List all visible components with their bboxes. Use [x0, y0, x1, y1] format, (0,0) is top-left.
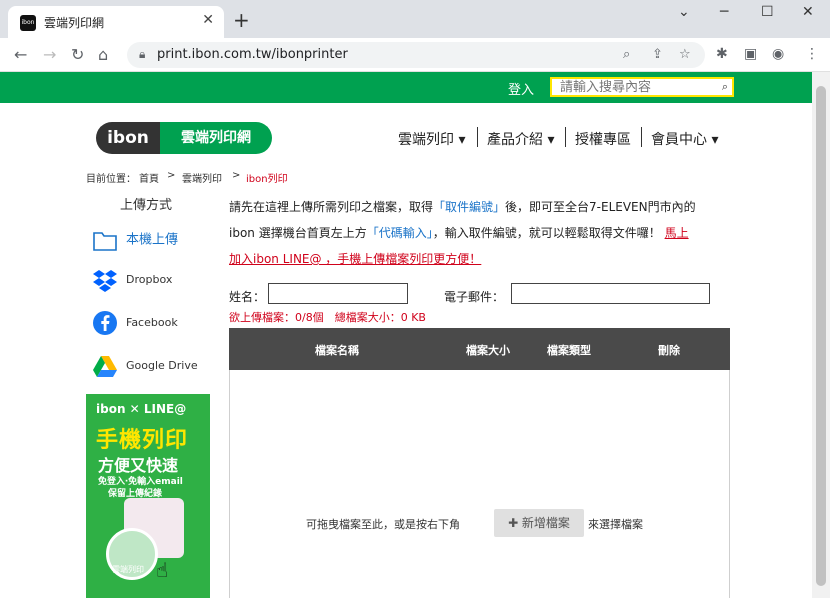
search-input[interactable] [560, 79, 720, 95]
dropzone-tail: 來選擇檔案 [588, 518, 643, 531]
sidebar-item-facebook[interactable]: Facebook [92, 310, 178, 336]
browser-tab[interactable]: ibon 雲端列印網 ✕ [8, 6, 224, 38]
nav-divider [565, 127, 566, 147]
new-tab-icon[interactable]: + [233, 8, 250, 32]
share-icon[interactable]: ⇪ [652, 47, 663, 62]
home-icon[interactable]: ⌂ [98, 45, 108, 64]
forward-icon[interactable]: → [43, 45, 56, 64]
nav-cloud-print[interactable]: 雲端列印 ▾ [398, 129, 465, 149]
nav-label: 雲端列印 [398, 132, 454, 148]
line-promo-banner[interactable]: ibon ✕ LINE@ 手機列印 方便又快速 免登入‧免輸入email 保留上… [86, 394, 210, 598]
site-search: ⌕ [550, 77, 734, 97]
sidebar-item-dropbox[interactable]: Dropbox [92, 267, 172, 293]
sidepanel-icon[interactable]: ▣ [744, 46, 757, 62]
sidebar-item-label: Dropbox [126, 273, 173, 286]
address-bar[interactable]: 🔒︎ print.ibon.com.tw/ibonprinter ⌕ ⇪ ☆ [127, 42, 705, 68]
email-field[interactable] [511, 283, 710, 304]
code-input-highlight: 「代碼輸入」 [366, 226, 433, 240]
search-icon[interactable]: ⌕ [722, 80, 728, 94]
extensions-icon[interactable]: ✱ [716, 46, 728, 62]
intro-line-1: 請先在這裡上傳所需列印之檔案，取得「取件編號」後，即可至全台7-ELEVEN門市… [229, 198, 696, 215]
line-join-link[interactable]: 加入ibon LINE@ ，手機上傳檔案列印更方便！ [229, 252, 481, 266]
nav-divider [641, 127, 642, 147]
hand-pointer-icon: ☝ [156, 558, 169, 582]
logo-brand: ibon [96, 122, 160, 154]
page-scrollbar[interactable] [812, 72, 830, 598]
window-close-icon[interactable]: ✕ [802, 4, 814, 20]
sidebar-item-local-upload[interactable]: 本機上傳 [92, 227, 178, 253]
intro-line-3: 加入ibon LINE@ ，手機上傳檔案列印更方便！ [229, 250, 481, 267]
breadcrumb-sep: > [167, 170, 176, 181]
intro-line-2: ibon 選擇機台首頁左上方「代碼輸入」，輸入取件編號，就可以輕鬆取得文件囉！ … [229, 224, 689, 241]
sidebar-item-label: Google Drive [126, 359, 198, 372]
scrollbar-thumb[interactable] [816, 86, 826, 586]
nav-divider [477, 127, 478, 147]
url-text: print.ibon.com.tw/ibonprinter [157, 47, 348, 62]
nav-label: 授權專區 [575, 132, 631, 148]
promo-headline: 手機列印 [96, 428, 189, 453]
nav-member[interactable]: 會員中心 ▾ [651, 129, 718, 149]
lock-icon: 🔒︎ [139, 47, 146, 61]
browser-tabbar: ibon 雲端列印網 ✕ + ⌄ ─ ☐ ✕ [0, 0, 830, 38]
sidebar-item-label: Facebook [126, 316, 178, 329]
breadcrumb-cloud[interactable]: 雲端列印 [182, 170, 222, 185]
reload-icon[interactable]: ↻ [71, 45, 84, 64]
back-icon[interactable]: ← [14, 45, 27, 64]
menu-icon[interactable]: ⋮ [805, 46, 819, 62]
file-table-header: 檔案名稱 檔案大小 檔案類型 刪除 [229, 328, 730, 370]
nav-label: 會員中心 [651, 132, 707, 148]
chevron-down-icon[interactable]: ⌄ [678, 4, 690, 20]
browser-toolbar: ← → ↻ ⌂ 🔒︎ print.ibon.com.tw/ibonprinter… [0, 38, 830, 72]
favicon-icon: ibon [20, 15, 36, 31]
breadcrumb-home[interactable]: 首頁 [139, 170, 159, 185]
nav-license[interactable]: 授權專區 [575, 129, 631, 149]
intro-text: ，輸入取件編號，就可以輕鬆取得文件囉！ [432, 226, 661, 240]
promo-brand: ibon ✕ LINE@ [96, 402, 187, 416]
breadcrumb-sep: > [232, 170, 241, 181]
file-dropzone[interactable] [229, 370, 730, 598]
line-join-link[interactable]: 馬上 [665, 226, 689, 240]
logo-name: 雲端列印網 [160, 122, 272, 154]
profile-icon[interactable]: ◉ [772, 46, 784, 62]
add-file-button[interactable]: ✚ 新增檔案 [494, 509, 584, 537]
folder-icon [93, 232, 117, 251]
intro-text: 後，即可至全台7-ELEVEN門市內的 [505, 200, 696, 214]
promo-subline: 方便又快速 [98, 456, 179, 475]
login-link[interactable]: 登入 [508, 79, 534, 98]
name-label: 姓名： [229, 290, 266, 304]
pickup-number-highlight: 「取件編號」 [433, 200, 506, 214]
minimize-icon[interactable]: ─ [720, 4, 728, 20]
upload-method-heading: 上傳方式 [120, 198, 173, 213]
breadcrumb-prefix: 目前位置： [86, 174, 136, 185]
sidebar-item-google-drive[interactable]: Google Drive [92, 353, 198, 379]
email-label: 電子郵件： [444, 290, 505, 304]
facebook-icon [93, 311, 117, 335]
dropbox-icon [93, 270, 117, 292]
tab-close-icon[interactable]: ✕ [202, 12, 214, 28]
name-field[interactable] [268, 283, 408, 304]
sidebar-item-label: 本機上傳 [126, 232, 179, 248]
bookmark-star-icon[interactable]: ☆ [679, 47, 691, 62]
zoom-icon[interactable]: ⌕ [623, 47, 630, 62]
col-delete: 刪除 [658, 344, 680, 357]
top-green-bar: 登入 ⌕ [0, 72, 812, 103]
site-logo[interactable]: ibon 雲端列印網 [96, 122, 272, 154]
intro-text: 請先在這裡上傳所需列印之檔案，取得 [229, 200, 434, 214]
google-drive-icon [93, 356, 117, 377]
nav-label: 產品介紹 [487, 132, 543, 148]
promo-circle-text: 雲端列印 [112, 565, 144, 574]
col-file-name: 檔案名稱 [315, 344, 359, 357]
col-file-type: 檔案類型 [547, 344, 591, 357]
tab-title: 雲端列印網 [44, 16, 105, 30]
breadcrumb-current: ibon列印 [246, 174, 288, 185]
nav-products[interactable]: 產品介紹 ▾ [487, 129, 554, 149]
upload-counter: 欲上傳檔案：0/8個 總檔案大小：0 KB [229, 311, 426, 324]
dropzone-text: 可拖曳檔案至此，或是按右下角 [306, 518, 460, 531]
maximize-icon[interactable]: ☐ [761, 4, 774, 20]
col-file-size: 檔案大小 [466, 344, 510, 357]
intro-text: ibon 選擇機台首頁左上方 [229, 226, 367, 240]
